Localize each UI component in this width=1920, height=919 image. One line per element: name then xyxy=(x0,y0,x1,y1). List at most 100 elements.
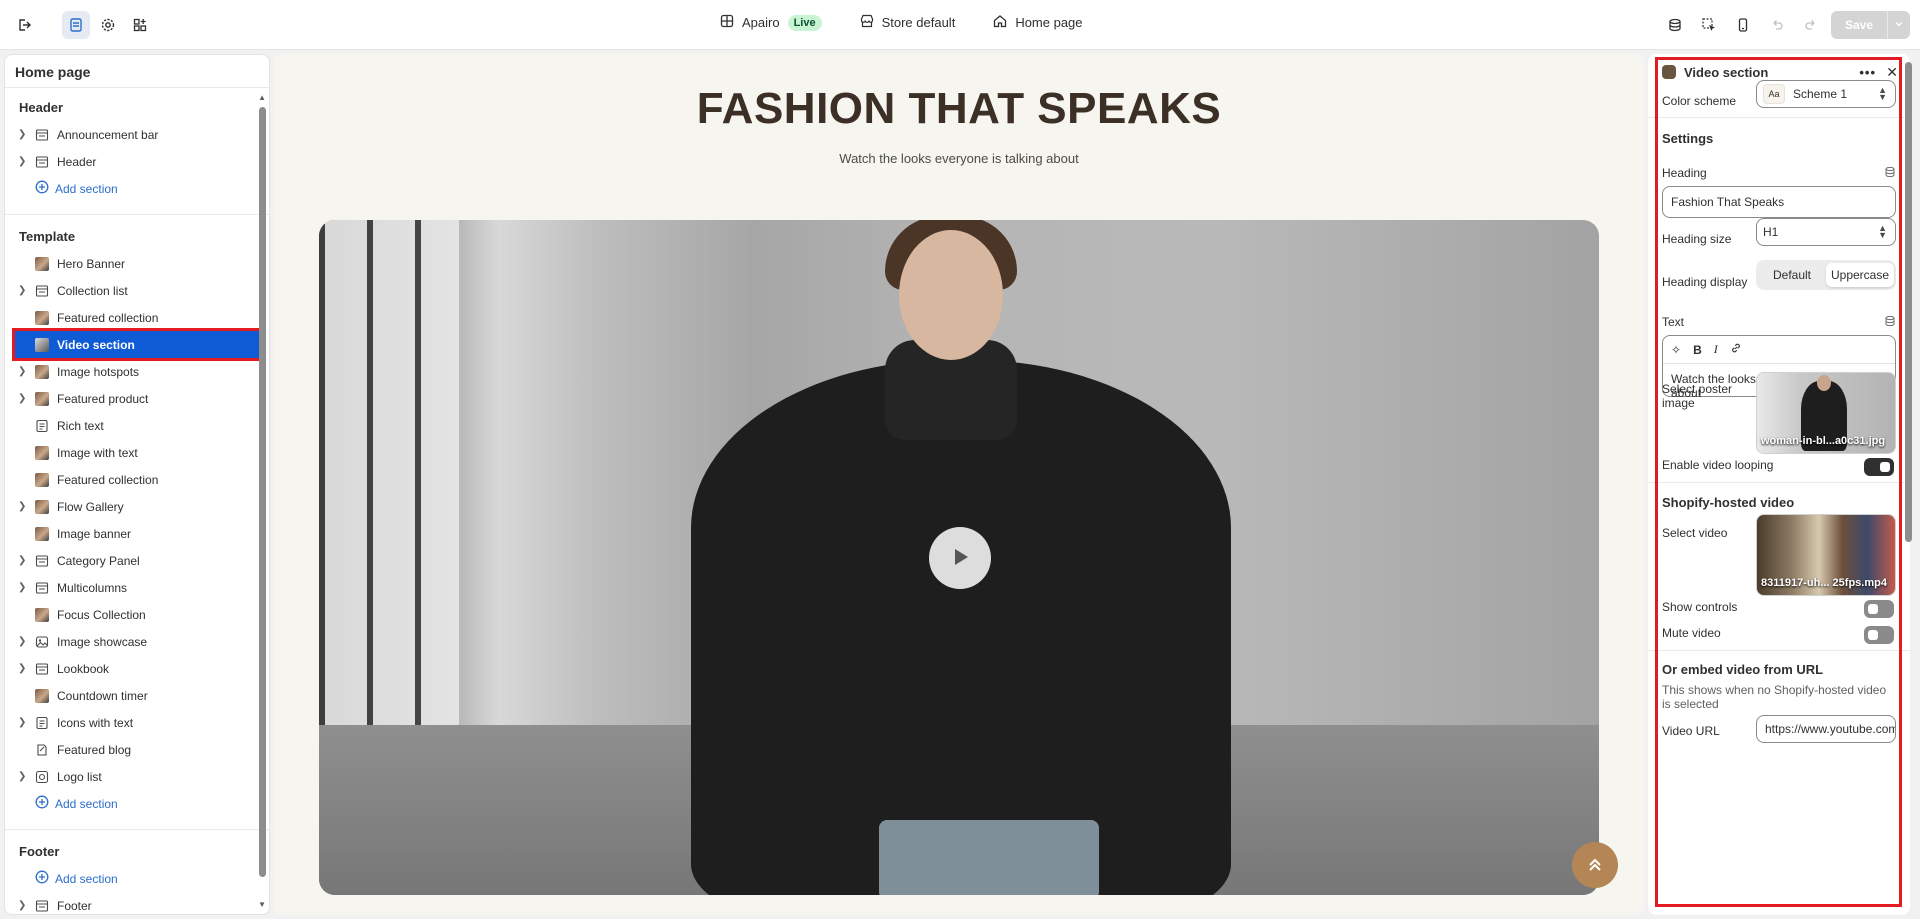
chevron-right-icon[interactable]: ❯ xyxy=(18,771,26,782)
divider xyxy=(1648,117,1910,118)
scroll-up-arrow-icon[interactable]: ▲ xyxy=(258,93,266,102)
sidebar-item-image-with-text[interactable]: Image with text xyxy=(5,439,269,466)
sidebar-scrollbar[interactable] xyxy=(259,107,266,877)
heading-display-uppercase-option[interactable]: Uppercase xyxy=(1826,263,1894,287)
chevron-right-icon[interactable]: ❯ xyxy=(18,393,26,404)
color-scheme-value: Scheme 1 xyxy=(1793,87,1848,101)
sidebar-item-image-showcase[interactable]: ❯ Image showcase xyxy=(5,628,269,655)
scroll-to-top-button[interactable] xyxy=(1572,842,1618,888)
preview-heading[interactable]: FASHION THAT SPEAKS xyxy=(274,84,1644,134)
undo-icon[interactable] xyxy=(1763,11,1791,39)
add-section-header-button[interactable]: Add section xyxy=(5,175,269,202)
chevron-right-icon[interactable]: ❯ xyxy=(18,156,26,167)
sidebar-item-image-banner[interactable]: Image banner xyxy=(5,520,269,547)
window-backdrop xyxy=(319,220,459,780)
embed-video-note: This shows when no Shopify-hosted video … xyxy=(1662,683,1887,711)
color-scheme-select[interactable]: Aa Scheme 1 ▲ ▼ xyxy=(1756,80,1896,108)
layout-icon xyxy=(35,554,49,568)
sidebar-item-header[interactable]: ❯ Header xyxy=(5,148,269,175)
sidebar-item-flow-gallery[interactable]: ❯ Flow Gallery xyxy=(5,493,269,520)
show-controls-toggle[interactable] xyxy=(1864,600,1894,618)
close-icon[interactable]: ✕ xyxy=(1886,64,1898,81)
play-button[interactable] xyxy=(929,527,991,589)
theme-settings-gear-icon[interactable] xyxy=(94,11,122,39)
sidebar-item-featured-product[interactable]: ❯ Featured product xyxy=(5,385,269,412)
chevron-right-icon[interactable]: ❯ xyxy=(18,366,26,377)
page-selector[interactable]: Home page xyxy=(993,14,1083,31)
sidebar-item-multicolumns[interactable]: ❯ Multicolumns xyxy=(5,574,269,601)
sidebar-item-hero-banner[interactable]: Hero Banner xyxy=(5,250,269,277)
chevron-right-icon[interactable]: ❯ xyxy=(18,900,26,911)
chevron-right-icon[interactable]: ❯ xyxy=(18,636,26,647)
sidebar-item-label: Hero Banner xyxy=(57,256,126,271)
chevron-right-icon[interactable]: ❯ xyxy=(18,129,26,140)
panel-scrollbar[interactable] xyxy=(1905,62,1912,542)
sidebar-item-label: Category Panel xyxy=(57,553,140,568)
play-icon xyxy=(949,546,971,571)
apps-icon[interactable] xyxy=(126,11,154,39)
link-icon[interactable] xyxy=(1730,342,1742,357)
chevron-right-icon[interactable]: ❯ xyxy=(18,285,26,296)
store-selector[interactable]: Apairo Live xyxy=(720,14,822,31)
sidebar-item-focus-collection[interactable]: Focus Collection xyxy=(5,601,269,628)
redo-icon[interactable] xyxy=(1797,11,1825,39)
video-url-input[interactable]: https://www.youtube.com xyxy=(1756,715,1896,743)
sidebar-item-category-panel[interactable]: ❯ Category Panel xyxy=(5,547,269,574)
video-picker[interactable]: 8311917-uh... 25fps.mp4 xyxy=(1756,514,1896,596)
sidebar-item-footer[interactable]: ❯ Footer xyxy=(5,892,269,914)
sidebar-item-rich-text[interactable]: Rich text xyxy=(5,412,269,439)
sidebar-item-countdown-timer[interactable]: Countdown timer xyxy=(5,682,269,709)
looping-toggle[interactable] xyxy=(1864,458,1894,476)
heading-input[interactable]: Fashion That Speaks xyxy=(1662,186,1896,218)
sidebar-item-logo-list[interactable]: ❯ Logo list xyxy=(5,763,269,790)
theme-selector[interactable]: Store default xyxy=(860,14,955,31)
more-actions-icon[interactable]: ••• xyxy=(1859,65,1876,80)
sidebar-item-label: Rich text xyxy=(57,418,104,433)
add-section-template-button[interactable]: Add section xyxy=(5,790,269,817)
poster-image-picker[interactable]: woman-in-bl...a0c31.jpg xyxy=(1756,372,1896,454)
section-thumbnail-icon xyxy=(35,364,49,379)
sidebar-item-featured-collection[interactable]: Featured collection xyxy=(5,466,269,493)
section-thumbnail-icon xyxy=(35,391,49,406)
exit-icon[interactable] xyxy=(10,11,38,39)
top-bar-left-tools xyxy=(10,11,154,39)
database-icon[interactable] xyxy=(1661,11,1689,39)
add-section-footer-button[interactable]: Add section xyxy=(5,865,269,892)
show-controls-label: Show controls xyxy=(1662,600,1738,614)
bold-icon[interactable]: B xyxy=(1693,343,1702,357)
sections-icon[interactable] xyxy=(62,11,90,39)
section-thumbnail-icon xyxy=(35,310,49,325)
preview-subheading[interactable]: Watch the looks everyone is talking abou… xyxy=(274,151,1644,166)
save-button[interactable]: Save xyxy=(1830,11,1887,39)
chevron-right-icon[interactable]: ❯ xyxy=(18,717,26,728)
chevron-right-icon[interactable]: ❯ xyxy=(18,582,26,593)
chevron-right-icon[interactable]: ❯ xyxy=(18,555,26,566)
sidebar-item-featured-blog[interactable]: Featured blog xyxy=(5,736,269,763)
color-scheme-swatch: Aa xyxy=(1763,84,1785,104)
toggle-knob xyxy=(1868,630,1878,640)
sidebar-item-label: Featured blog xyxy=(57,742,132,757)
looping-label: Enable video looping xyxy=(1662,458,1774,472)
sidebar-item-lookbook[interactable]: ❯ Lookbook xyxy=(5,655,269,682)
mobile-preview-icon[interactable] xyxy=(1729,11,1757,39)
sidebar-item-video-section[interactable]: Video section xyxy=(12,328,262,361)
dynamic-source-icon[interactable] xyxy=(1884,166,1896,181)
inspector-cursor-icon[interactable] xyxy=(1695,11,1723,39)
video-poster[interactable] xyxy=(319,220,1599,895)
sidebar-item-icons-with-text[interactable]: ❯ Icons with text xyxy=(5,709,269,736)
template-section-list: Hero Banner ❯ Collection list Featured coll… xyxy=(5,250,269,790)
sidebar-item-announcement-bar[interactable]: ❯ Announcement bar xyxy=(5,121,269,148)
mute-video-toggle[interactable] xyxy=(1864,626,1894,644)
dynamic-source-icon[interactable] xyxy=(1884,315,1896,330)
heading-display-default-option[interactable]: Default xyxy=(1758,263,1826,287)
italic-icon[interactable]: I xyxy=(1714,342,1718,357)
sidebar-item-collection-list[interactable]: ❯ Collection list xyxy=(5,277,269,304)
heading-size-select[interactable]: H1 ▲ ▼ xyxy=(1756,218,1896,246)
sidebar-item-image-hotspots[interactable]: ❯ Image hotspots xyxy=(5,358,269,385)
sidebar-item-featured-collection[interactable]: Featured collection xyxy=(5,304,269,331)
chevron-right-icon[interactable]: ❯ xyxy=(18,663,26,674)
ai-sparkle-icon[interactable]: ✧ xyxy=(1671,343,1681,357)
save-options-chevron-down-icon[interactable] xyxy=(1887,11,1910,39)
scroll-down-arrow-icon[interactable]: ▼ xyxy=(258,900,266,909)
chevron-right-icon[interactable]: ❯ xyxy=(18,501,26,512)
